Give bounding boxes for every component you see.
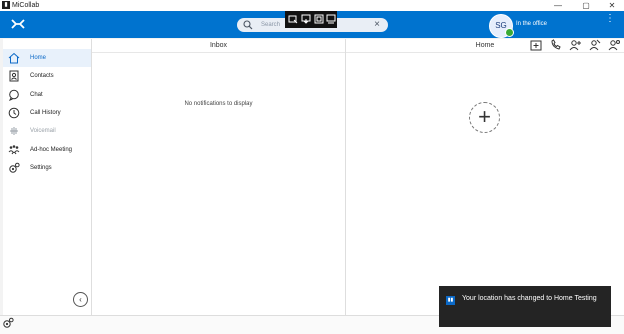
call-icon[interactable] (550, 39, 562, 51)
inbox-empty-message: No notifications to display (184, 101, 253, 107)
mitel-logo-icon: ▮▮ (446, 296, 455, 305)
sidebar-nav: Home Contacts Chat Call History Voicemai… (3, 39, 92, 315)
screen-icon[interactable] (314, 14, 324, 24)
sidebar-item-label: Home (30, 55, 47, 61)
sidebar-item-label: Voicemail (30, 128, 56, 134)
status-icon[interactable] (608, 39, 620, 51)
capture-icon[interactable] (288, 14, 298, 24)
clock-icon (8, 107, 20, 119)
sidebar-item-voicemail[interactable]: Voicemail (3, 122, 91, 140)
settings-icon[interactable] (326, 14, 336, 24)
sidebar-item-label: Settings (30, 165, 52, 171)
meeting-icon (8, 145, 20, 155)
app-logo-icon: ▮ (2, 1, 10, 9)
gear-icon[interactable] (2, 317, 14, 329)
home-panel: Home + (346, 39, 624, 315)
mitel-logo-icon[interactable] (11, 18, 25, 30)
presence-icon[interactable] (589, 39, 601, 51)
inbox-panel: Inbox No notifications to display (92, 39, 346, 315)
more-options-icon[interactable]: ⋮ (605, 13, 615, 24)
window-titlebar: ▮ MiCollab — ▢ ✕ (0, 0, 624, 11)
sidebar-item-call-history[interactable]: Call History (3, 104, 91, 122)
gear-icon (9, 162, 20, 173)
chat-icon (8, 89, 19, 101)
contacts-icon (9, 70, 19, 82)
screen-capture-toolbar (285, 11, 337, 28)
sidebar-item-home[interactable]: Home (3, 49, 91, 67)
add-contact-icon[interactable] (569, 39, 582, 51)
add-widget-button[interactable]: + (469, 102, 500, 133)
window-title: MiCollab (12, 2, 40, 9)
presence-status-icon (505, 28, 514, 37)
home-toolbar (527, 39, 620, 52)
add-tab-icon[interactable] (530, 39, 542, 51)
sidebar-item-chat[interactable]: Chat (3, 86, 91, 104)
sidebar-item-label: Ad-hoc Meeting (30, 147, 73, 153)
close-button[interactable]: ✕ (602, 0, 622, 11)
sidebar-item-label: Call History (30, 110, 61, 116)
voicemail-icon (10, 127, 18, 135)
minimize-button[interactable]: — (548, 0, 568, 11)
search-icon (243, 20, 253, 30)
sidebar-item-settings[interactable]: Settings (3, 159, 91, 177)
cast-icon[interactable] (301, 14, 311, 24)
search-input[interactable]: Search (261, 18, 280, 32)
sidebar-item-contacts[interactable]: Contacts (3, 67, 91, 85)
clear-search-icon[interactable]: × (374, 18, 380, 32)
sidebar-item-ad-hoc-meeting[interactable]: Ad-hoc Meeting (3, 141, 91, 159)
presence-status-label[interactable]: In the office (516, 11, 547, 38)
collapse-sidebar-button[interactable]: ‹ (73, 292, 88, 307)
toast-message: Your location has changed to Home Testin… (462, 295, 597, 302)
sidebar-item-label: Contacts (30, 73, 54, 79)
sidebar-item-label: Chat (30, 92, 43, 98)
home-icon (8, 52, 20, 64)
location-toast[interactable]: ▮▮ Your location has changed to Home Tes… (439, 286, 611, 327)
inbox-title: Inbox (92, 39, 345, 53)
maximize-button[interactable]: ▢ (576, 0, 596, 11)
